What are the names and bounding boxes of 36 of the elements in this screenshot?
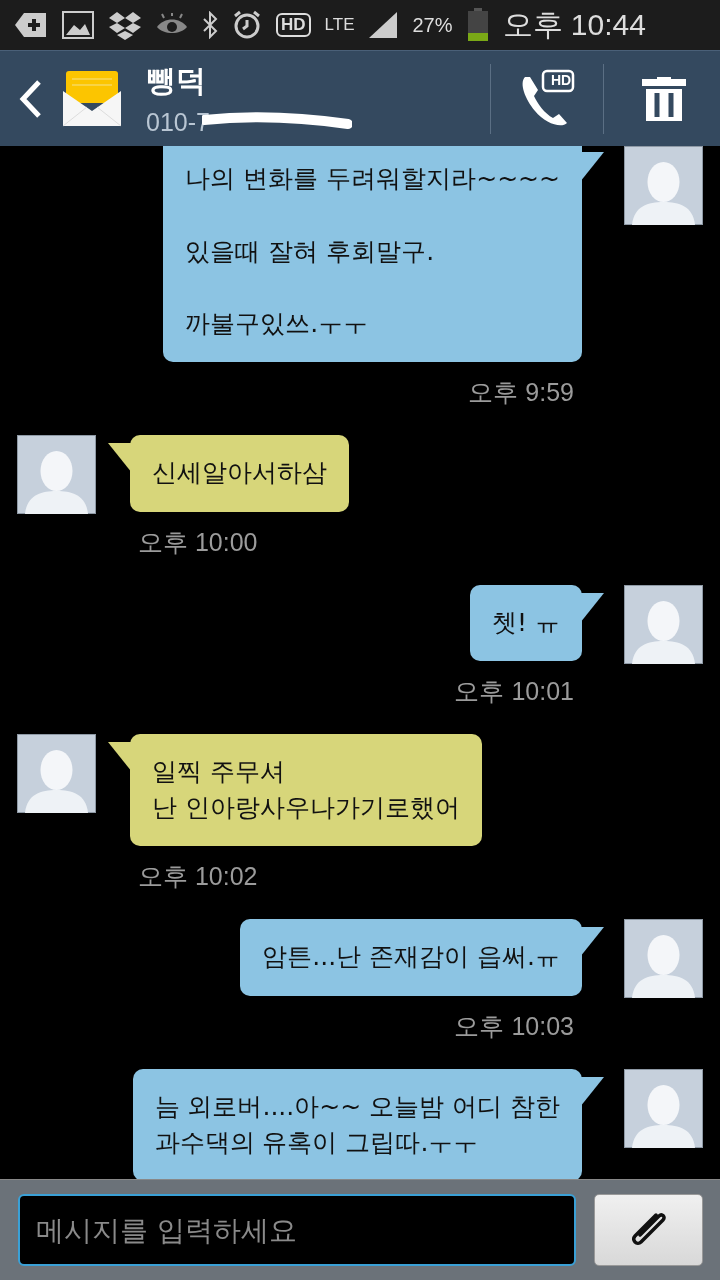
box-stack-icon	[108, 10, 142, 40]
alarm-clock-icon	[232, 10, 262, 40]
message-input[interactable]: 메시지를 입력하세요	[18, 1194, 576, 1266]
bubble-tail	[580, 927, 604, 958]
back-icon[interactable]	[18, 78, 42, 119]
bubble-tail	[580, 592, 604, 623]
avatar-icon	[624, 919, 703, 999]
message-time: 오후 10:02	[137, 861, 259, 893]
add-notification-icon	[14, 12, 48, 38]
bubble-tail	[580, 152, 604, 182]
clock: 오후 10:44	[502, 6, 646, 43]
contact-name: 뺑덕	[146, 61, 207, 100]
delete-icon[interactable]	[640, 76, 688, 121]
hd-voice-badge: HD	[276, 13, 311, 37]
avatar-icon	[624, 584, 703, 664]
bubble-tail	[108, 741, 132, 772]
message-time: 오후 10:01	[453, 675, 575, 707]
battery-percent: 27%	[412, 13, 453, 37]
attach-button[interactable]	[594, 1194, 703, 1266]
message-time: 오후 10:03	[453, 1010, 575, 1042]
message-time: 오후 10:00	[137, 526, 259, 558]
avatar-icon	[17, 435, 96, 515]
hd-label: HD	[550, 71, 572, 88]
battery-icon	[466, 8, 489, 42]
message-time: 오후 9:59	[467, 377, 575, 409]
image-icon	[62, 11, 94, 39]
bubble-tail	[108, 443, 132, 474]
bubble-tail	[580, 1076, 604, 1107]
bluetooth-icon	[202, 11, 218, 39]
envelope-icon	[62, 68, 122, 129]
network-type: LTE	[324, 15, 355, 35]
avatar-icon	[624, 146, 703, 225]
hd-call-button[interactable]: HD	[491, 58, 603, 139]
signal-icon	[368, 11, 399, 39]
avatar-icon	[17, 733, 96, 813]
avatar-icon	[624, 1068, 703, 1148]
